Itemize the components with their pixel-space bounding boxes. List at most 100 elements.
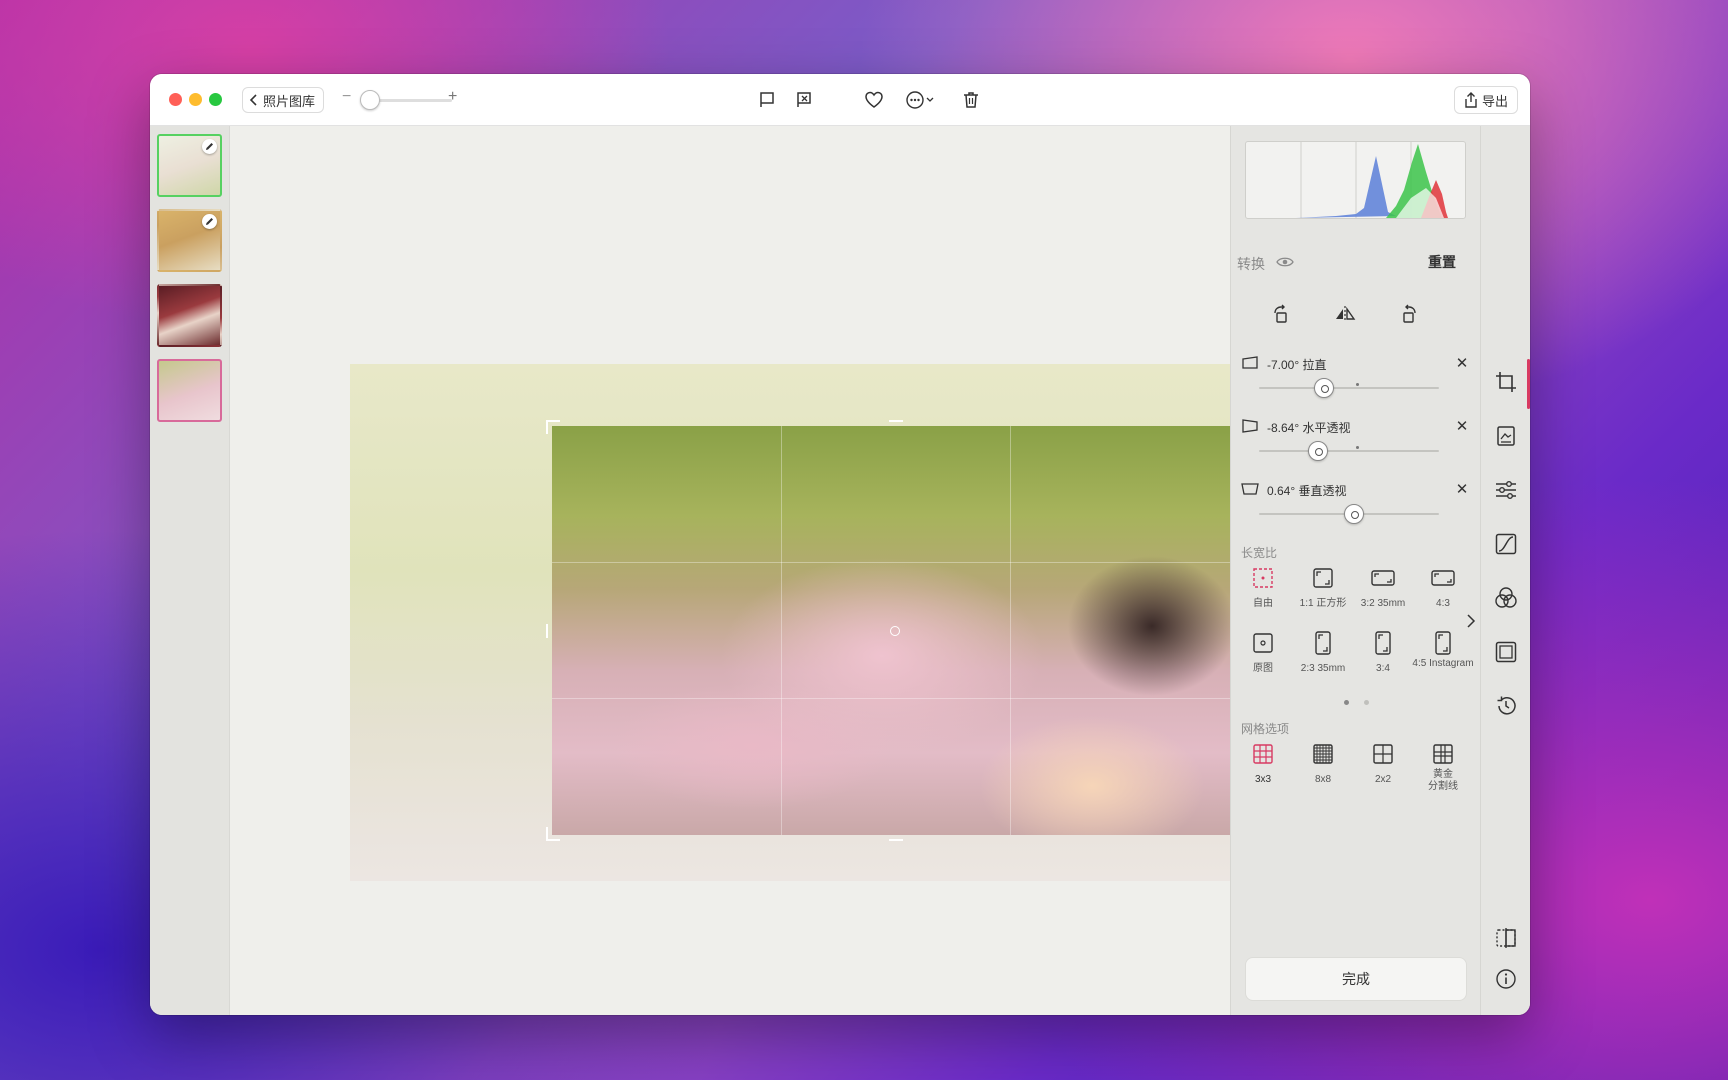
reject-flag-icon[interactable] <box>792 88 816 112</box>
aspect-free-label: 自由 <box>1253 598 1273 609</box>
aspect-free-icon <box>1235 564 1291 592</box>
back-to-library-button[interactable]: 照片图库 <box>242 87 325 113</box>
thumbnail-1[interactable] <box>157 134 222 197</box>
crop-grid-line <box>781 426 782 835</box>
vertical-perspective-icon <box>1241 483 1259 495</box>
thumbnail-4[interactable] <box>157 359 222 422</box>
chevron-left-icon <box>249 94 257 106</box>
edited-pencil-icon <box>202 214 217 229</box>
grid-3x3-icon <box>1235 740 1291 768</box>
straighten-slider[interactable] <box>1259 387 1439 389</box>
image-adjust-icon[interactable] <box>1494 424 1518 448</box>
titlebar: 照片图库 − + 导出 <box>150 74 1530 126</box>
grid-3x3-label: 3x3 <box>1254 774 1272 785</box>
sliders-icon[interactable] <box>1494 478 1518 502</box>
aspect-3-4-option[interactable]: 3:4 <box>1355 629 1411 675</box>
grid-golden-ratio-icon <box>1415 740 1471 768</box>
app-window: 照片图库 − + 导出 转换 重置 -7.00° 拉直 ✕ -8.64° 水平透… <box>150 74 1530 1015</box>
grid-options-section-label: 网格选项 <box>1241 722 1290 736</box>
flag-icon[interactable] <box>755 88 779 112</box>
zoom-slider-knob[interactable] <box>360 90 380 110</box>
aspect-original-label: 原图 <box>1253 663 1273 674</box>
thumbnail-3[interactable] <box>157 284 222 347</box>
horizontal-perspective-icon <box>1242 419 1258 433</box>
done-button[interactable]: 完成 <box>1245 957 1467 1001</box>
tool-strip <box>1480 126 1530 1015</box>
frame-icon[interactable] <box>1494 640 1518 664</box>
crop-grid-line <box>1010 426 1011 835</box>
horizontal-perspective-reset-close-icon[interactable]: ✕ <box>1454 419 1470 435</box>
info-icon[interactable] <box>1494 967 1518 991</box>
minimize-window-button[interactable] <box>189 93 202 106</box>
aspect-square-icon <box>1295 564 1351 592</box>
crop-handle-bottom-left[interactable] <box>546 827 560 841</box>
aspect-4-5-label: 4:5 Instagram <box>1412 658 1474 669</box>
flip-horizontal-icon[interactable] <box>1333 302 1357 326</box>
vertical-perspective-reset-close-icon[interactable]: ✕ <box>1454 482 1470 498</box>
straighten-icon <box>1242 356 1258 369</box>
photo-canvas: ⤡ <box>230 126 1270 1015</box>
grid-2x2-icon <box>1355 740 1411 768</box>
trash-icon[interactable] <box>959 88 983 112</box>
straighten-slider-knob[interactable] <box>1313 378 1334 398</box>
slider-center-tick <box>1356 446 1359 449</box>
crop-handle-top[interactable] <box>889 420 903 422</box>
rotate-left-icon[interactable] <box>1269 302 1293 326</box>
close-window-button[interactable] <box>169 93 182 106</box>
grid-2x2-option[interactable]: 2x2 <box>1355 740 1411 786</box>
pager-dot-active[interactable] <box>1344 700 1349 705</box>
aspect-4-5-option[interactable]: 4:5 Instagram <box>1412 629 1474 670</box>
grid-8x8-icon <box>1295 740 1351 768</box>
grid-8x8-option[interactable]: 8x8 <box>1295 740 1351 786</box>
histogram <box>1245 141 1466 219</box>
crop-handle-left[interactable] <box>546 624 548 638</box>
compare-icon[interactable] <box>1494 926 1518 950</box>
aspect-original-icon <box>1235 629 1291 657</box>
reset-button[interactable]: 重置 <box>1428 252 1456 272</box>
transform-section-label: 转换 <box>1237 256 1265 272</box>
aspect-original-option[interactable]: 原图 <box>1235 629 1291 675</box>
aspect-landscape-icon <box>1415 564 1471 592</box>
straighten-reset-close-icon[interactable]: ✕ <box>1454 356 1470 372</box>
more-options-icon[interactable] <box>904 88 940 112</box>
grid-3x3-option[interactable]: 3x3 <box>1235 740 1291 786</box>
aspect-square-option[interactable]: 1:1 正方形 <box>1295 564 1351 610</box>
aspect-2-3-label: 2:3 35mm <box>1300 663 1346 674</box>
horizontal-perspective-slider-knob[interactable] <box>1308 441 1329 461</box>
horizontal-perspective-value: -8.64° 水平透视 <box>1267 421 1351 435</box>
eye-icon[interactable] <box>1276 255 1294 273</box>
pager-dot[interactable] <box>1364 700 1369 705</box>
aspect-3-2-label: 3:2 35mm <box>1360 598 1406 609</box>
grid-golden-ratio-label: 黄金 分割线 <box>1428 769 1458 792</box>
aspect-4-3-option[interactable]: 4:3 <box>1415 564 1471 610</box>
aspect-2-3-option[interactable]: 2:3 35mm <box>1295 629 1351 675</box>
aspect-portrait-icon <box>1355 629 1411 657</box>
edited-pencil-icon <box>202 139 217 154</box>
color-mixer-icon[interactable] <box>1494 586 1518 610</box>
history-icon[interactable] <box>1494 694 1518 718</box>
aspect-free-option[interactable]: 自由 <box>1235 564 1291 610</box>
aspect-ratio-section-label: 长宽比 <box>1241 546 1278 560</box>
crop-handle-top-left[interactable] <box>546 420 560 434</box>
crop-handle-bottom[interactable] <box>889 839 903 841</box>
export-button[interactable]: 导出 <box>1453 86 1518 114</box>
rotate-right-icon[interactable] <box>1397 302 1421 326</box>
thumbnail-2[interactable] <box>157 209 222 272</box>
grid-2x2-label: 2x2 <box>1374 774 1392 785</box>
zoom-out-button[interactable]: − <box>342 88 351 106</box>
zoom-in-button[interactable]: + <box>448 88 457 106</box>
curves-icon[interactable] <box>1494 532 1518 556</box>
slider-center-tick <box>1356 383 1359 386</box>
grid-golden-ratio-option[interactable]: 黄金 分割线 <box>1415 740 1471 793</box>
horizontal-perspective-slider[interactable] <box>1259 450 1439 452</box>
favorite-heart-icon[interactable] <box>862 88 886 112</box>
zoom-window-button[interactable] <box>209 93 222 106</box>
export-label: 导出 <box>1481 93 1508 109</box>
aspect-3-2-option[interactable]: 3:2 35mm <box>1355 564 1411 610</box>
crop-icon[interactable] <box>1494 370 1518 394</box>
aspect-3-4-label: 3:4 <box>1376 663 1390 674</box>
aspect-portrait-icon <box>1415 629 1471 657</box>
vertical-perspective-slider-knob[interactable] <box>1344 504 1365 524</box>
adjustments-panel: 转换 重置 -7.00° 拉直 ✕ -8.64° 水平透视 ✕ 0.64° 垂直… <box>1230 126 1480 1015</box>
aspect-square-label: 1:1 正方形 <box>1299 598 1347 609</box>
